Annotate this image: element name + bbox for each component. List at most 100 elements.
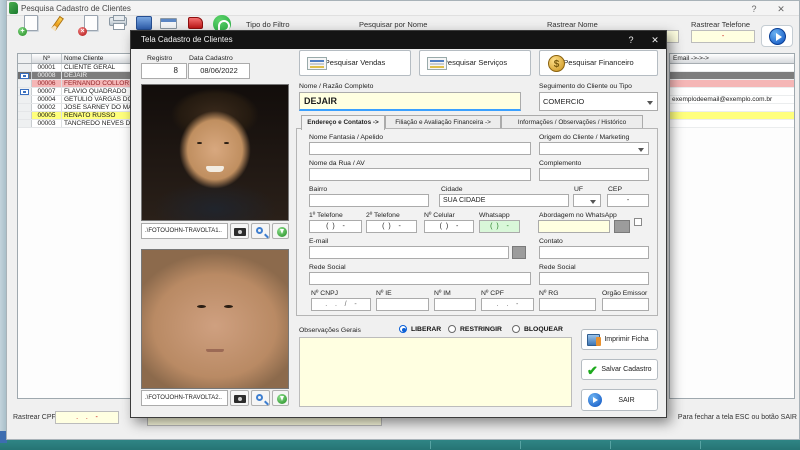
issuer-input[interactable] [602,298,649,311]
pencil-icon [51,16,64,31]
phone1-input[interactable]: ( ) - [309,220,362,233]
edit-client-button[interactable] [49,15,75,34]
cellphone-input[interactable]: ( ) - [424,220,474,233]
print-record-button[interactable]: Imprimir Ficha [581,329,658,350]
search-go-button[interactable] [761,25,793,47]
ie-input[interactable] [376,298,429,311]
city-input[interactable]: SUA CIDADE [439,194,569,207]
observations-textarea[interactable] [299,337,572,407]
phone2-input[interactable]: ( ) - [366,220,417,233]
radio-bloquear[interactable] [512,325,520,333]
street-input[interactable] [309,168,531,181]
registro-input[interactable]: 8 [141,63,187,79]
photo-2-zoom-button[interactable] [251,390,270,406]
table-row[interactable]: 00004GETULIO VARGAS DO RS [18,96,136,104]
table-row[interactable]: 00001CLIENTE GERAL [18,64,136,72]
whatsapp-input[interactable]: ( ) - [479,220,520,233]
radio-liberar-label[interactable]: LIBERAR [411,326,441,333]
email-row[interactable]: exemplodeemail@exemplo.com.br [670,96,794,104]
taskbar-divider [700,441,701,449]
photo-2-path-input[interactable]: .\FOTO\JOHN-TRAVOLTA2.. [141,390,228,406]
email-row[interactable] [670,64,794,72]
save-record-button[interactable]: ✔ Salvar Cadastro [581,359,658,380]
search-sales-button[interactable]: Pesquisar Vendas [299,50,411,76]
photo-2-load-button[interactable] [272,390,289,406]
radio-bloquear-label[interactable]: BLOQUEAR [524,326,563,333]
tab-filiacao-financeira[interactable]: Filiação e Avaliação Financeira -> [385,115,501,129]
email-row[interactable] [670,104,794,112]
main-titlebar[interactable]: Pesquisa Cadastro de Clientes ? ✕ [7,1,799,16]
email-row[interactable] [670,72,794,80]
whatsapp-checkbox[interactable] [634,218,642,226]
social-network-2-input[interactable] [539,272,649,285]
main-help-button[interactable]: ? [745,3,763,15]
table-row[interactable]: 00008DEJAIR [18,72,136,80]
track-phone-input[interactable]: - [691,30,755,43]
table-row[interactable]: 00007FLÁVIO QUADRADO [18,88,136,96]
radio-liberar[interactable] [399,325,407,333]
photo-1-path-input[interactable]: .\FOTO\JOHN-TRAVOLTA1.. [141,223,228,239]
email-row[interactable] [670,88,794,96]
main-close-button[interactable]: ✕ [772,3,790,15]
photo-1-load-button[interactable] [272,223,289,239]
cep-input[interactable]: - [607,194,649,207]
complement-input[interactable] [539,168,649,181]
email-input[interactable] [309,246,509,259]
camera-icon [234,395,246,403]
radio-restringir-label[interactable]: RESTRINGIR [460,326,502,333]
taskbar-divider [610,441,611,449]
radio-restringir[interactable] [448,325,456,333]
exit-button[interactable]: SAIR [581,389,658,411]
fantasy-name-input[interactable] [309,142,531,155]
search-financial-button[interactable]: $ Pesquisar Financeiro [539,50,658,76]
new-client-button[interactable]: + [19,15,45,34]
column-header-name[interactable]: Nome Cliente [62,54,136,63]
photo-2-capture-button[interactable] [230,390,249,406]
im-input[interactable] [434,298,476,311]
client-photo-2[interactable] [141,249,289,389]
dialog-close-button[interactable]: ✕ [645,34,665,46]
print-list-button[interactable] [106,15,132,34]
table-row[interactable]: 00002JOSE SARNEY DO MARANH [18,104,136,112]
data-cadastro-input[interactable]: 08/06/2022 [188,63,250,79]
email-row[interactable] [670,120,794,128]
coin-icon: $ [548,55,565,72]
social-network-1-input[interactable] [309,272,531,285]
district-input[interactable] [309,194,429,207]
taskbar-divider [520,441,521,449]
segment-select[interactable]: COMERCIO [539,92,658,111]
email-button[interactable] [512,246,526,259]
delete-client-button[interactable]: × [79,15,105,34]
email-row[interactable] [670,80,794,88]
im-label: Nº IM [434,290,451,297]
email-header[interactable]: Email ->->-> [670,54,794,64]
client-photo-1[interactable] [141,84,289,221]
track-cpf-input[interactable]: . . - [55,411,119,424]
dialog-help-button[interactable]: ? [621,34,641,46]
photo-1-zoom-button[interactable] [251,223,270,239]
column-header-num[interactable]: Nº [32,54,62,63]
track-name-label: Rastrear Nome [547,20,598,29]
photo-1-capture-button[interactable] [230,223,249,239]
client-table-header[interactable]: Nº Nome Cliente [18,54,136,64]
rg-input[interactable] [539,298,596,311]
table-row[interactable]: 00005RENATO RUSSO [18,112,136,120]
dialog-titlebar[interactable]: Tela Cadastro de Clientes ? ✕ [131,31,666,49]
email-row[interactable] [670,112,794,120]
full-name-input[interactable]: DEJAIR [299,92,521,111]
table-row[interactable]: 00006FERNANDO COLLOR [18,80,136,88]
whatsapp-approach-button[interactable] [614,220,630,233]
whatsapp-approach-input[interactable] [538,220,610,233]
tab-informacoes-historico[interactable]: Informações / Observações / Histórico [501,115,643,129]
cnpj-input[interactable]: . . / - [311,298,371,311]
email-label: E-mail [309,238,328,245]
table-row[interactable]: 00003TANCREDO NEVES DE MG [18,120,136,128]
search-services-button[interactable]: Pesquisar Serviços [419,50,531,76]
tab-endereco-contatos[interactable]: Endereço e Contatos -> [301,115,385,130]
taskbar-strip [0,440,800,450]
cpf-input[interactable]: . . - [481,298,534,311]
sales-card-icon [307,57,327,70]
uf-select[interactable] [573,194,601,207]
contact-input[interactable] [539,246,649,259]
origin-select[interactable] [539,142,649,155]
